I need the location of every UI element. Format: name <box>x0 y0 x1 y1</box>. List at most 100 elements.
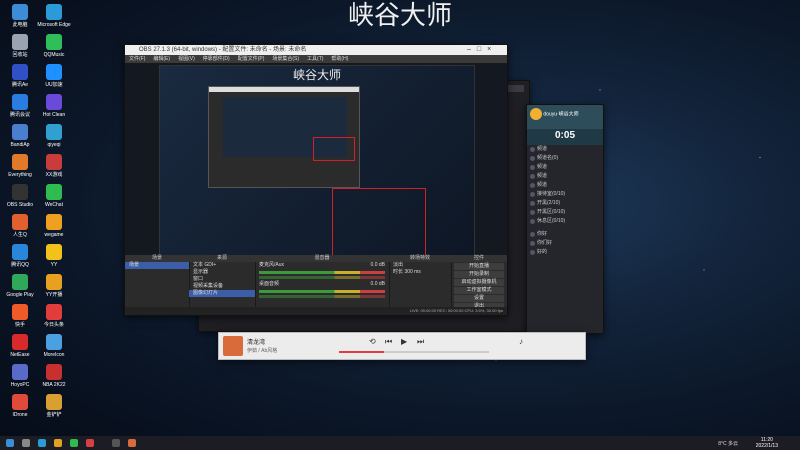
desktop-icon[interactable]: MoreIcon <box>36 334 72 358</box>
desktop-icon[interactable]: NBA 2K22 <box>36 364 72 388</box>
desktop-icon[interactable]: 腾讯Ae <box>2 64 38 88</box>
desktop-icon[interactable]: Google Play <box>2 274 38 298</box>
volume-icon[interactable]: ♪ <box>519 337 523 346</box>
desktop-icon[interactable]: WeChat <box>36 184 72 208</box>
voice-chat-window[interactable]: douyu·峡谷大师 0:05 频道 频道名(0) 频道 频道 频道 接待室(0/10) 开… <box>526 104 604 334</box>
channel-item[interactable]: 接待室(0/10) <box>527 190 603 199</box>
desktop-icon[interactable]: 腾讯QQ <box>2 244 38 268</box>
menu-item[interactable]: 配置文件(P) <box>238 56 265 62</box>
channel-item[interactable]: 频道 <box>527 172 603 181</box>
control-button[interactable]: 设置 <box>454 295 504 302</box>
clock[interactable]: 11:20 2022/1/13 <box>756 437 778 449</box>
desktop-icon[interactable]: Microsoft Edge <box>36 4 72 28</box>
obs-taskbar-icon[interactable] <box>112 439 120 447</box>
start-icon[interactable] <box>6 439 14 447</box>
desktop-icon[interactable]: 快手 <box>2 304 38 328</box>
source-item[interactable]: 窗口 <box>189 276 255 283</box>
volume-slider[interactable] <box>259 295 385 298</box>
song-artist: 伊茹 / Ab风格 <box>247 348 278 354</box>
loop-icon[interactable]: ⟲ <box>369 337 376 346</box>
desktop-icon[interactable]: wegame <box>36 214 72 238</box>
source-item[interactable]: 图像幻灯片 <box>189 290 255 297</box>
control-button[interactable]: 开始直播 <box>454 263 504 270</box>
desktop-icon[interactable]: BandiAp <box>2 124 38 148</box>
app-icon <box>46 334 62 350</box>
music-taskbar-icon[interactable] <box>128 439 136 447</box>
control-button[interactable]: 工作室模式 <box>454 287 504 294</box>
obs-window[interactable]: OBS 27.1.3 (64-bit, windows) - 配置文件: 未命名… <box>124 44 508 316</box>
desktop-icon[interactable]: XX游戏 <box>36 154 72 178</box>
previous-icon[interactable]: ⏮ <box>385 337 392 347</box>
playback-progress[interactable] <box>339 351 489 353</box>
channel-item[interactable]: 频道 <box>527 163 603 172</box>
desktop-icon[interactable]: 腾讯会议 <box>2 94 38 118</box>
minimize-icon[interactable]: – <box>467 46 477 53</box>
desktop-icon[interactable]: 人生Q <box>2 214 38 238</box>
weather-text: 8°C 多云 <box>718 441 738 447</box>
desktop-icon[interactable]: qiyeqi <box>36 124 72 148</box>
desktop-icon[interactable]: 此电脑 <box>2 4 38 28</box>
obs-titlebar[interactable]: OBS 27.1.3 (64-bit, windows) - 配置文件: 未命名… <box>125 45 507 55</box>
app-icon[interactable] <box>86 439 94 447</box>
transition-select[interactable]: 淡出 <box>389 262 451 269</box>
control-button[interactable]: 开始录制 <box>454 271 504 278</box>
desktop-icon[interactable]: QQMusic <box>36 34 72 58</box>
desktop-icon[interactable]: Everything <box>2 154 38 178</box>
mixer-channel: 麦克风/Aux 0.0 dB <box>255 262 389 269</box>
channel-item[interactable]: 开黑(2/10) <box>527 199 603 208</box>
desktop-icon[interactable]: OBS Studio <box>2 184 38 208</box>
mixer-channel: 桌面音频 0.0 dB <box>255 281 389 288</box>
mixer-header: 混音器 <box>255 255 389 262</box>
volume-meter <box>259 290 385 293</box>
menu-item[interactable]: 视图(V) <box>178 56 195 62</box>
play-icon[interactable]: ▶ <box>401 337 407 346</box>
menu-item[interactable]: 帮助(H) <box>331 56 348 62</box>
sources-header: 来源 <box>189 255 255 262</box>
avatar <box>530 108 542 120</box>
wechat-icon[interactable] <box>70 439 78 447</box>
desktop-icon[interactable]: UU加速 <box>36 64 72 88</box>
desktop-icon-label: 腾讯QQ <box>11 262 29 268</box>
desktop-icon[interactable]: 今日头条 <box>36 304 72 328</box>
channel-item[interactable]: 频道 <box>527 145 603 154</box>
source-item[interactable]: 视频采集设备 <box>189 283 255 290</box>
music-player[interactable]: 清龙湾 伊茹 / Ab风格 ⟲ ⏮ ▶ ⏭ ♪ <box>218 332 586 360</box>
duration-field[interactable]: 300 ms <box>404 269 420 275</box>
channel-item[interactable]: 频道名(0) <box>527 154 603 163</box>
app-icon <box>46 34 62 50</box>
call-timer: 0:05 <box>527 129 603 145</box>
desktop-icon-label: UU加速 <box>45 82 63 88</box>
app-icon <box>46 274 62 290</box>
desktop-icon[interactable]: 回收站 <box>2 34 38 58</box>
scenes-header: 场景 <box>125 255 189 262</box>
next-icon[interactable]: ⏭ <box>417 337 424 347</box>
menu-item[interactable]: 停靠部件(D) <box>203 56 230 62</box>
channel-item[interactable]: 休息区(0/10) <box>527 217 603 226</box>
channel-item[interactable]: 开黑区(0/10) <box>527 208 603 217</box>
folder-icon[interactable] <box>54 439 62 447</box>
desktop-icon[interactable]: YY <box>36 244 72 268</box>
desktop-icon[interactable]: NetEase <box>2 334 38 358</box>
desktop-icon[interactable]: IDrone <box>2 394 38 418</box>
volume-slider[interactable] <box>259 276 385 279</box>
control-button[interactable]: 启动虚拟摄像机 <box>454 279 504 286</box>
menu-item[interactable]: 编辑(E) <box>153 56 170 62</box>
scene-item[interactable]: 场景 <box>125 262 189 269</box>
menu-item[interactable]: 工具(T) <box>307 56 323 62</box>
edge-icon[interactable] <box>38 439 46 447</box>
search-icon[interactable] <box>22 439 30 447</box>
desktop-icon[interactable]: Hot Clean <box>36 94 72 118</box>
desktop-icon[interactable]: 金铲铲 <box>36 394 72 418</box>
source-item[interactable]: 显示器 <box>189 269 255 276</box>
channel-list: 频道 频道名(0) 频道 频道 频道 接待室(0/10) 开黑(2/10) 开黑区(0/10)… <box>527 145 603 226</box>
mixer-channel-name: 桌面音频 <box>259 281 280 287</box>
source-bounding-box[interactable] <box>332 188 426 264</box>
close-icon[interactable]: × <box>487 46 497 53</box>
source-item[interactable]: 文本 GDI+ <box>189 262 255 269</box>
maximize-icon[interactable]: □ <box>477 46 487 53</box>
menu-item[interactable]: 场景集合(S) <box>272 56 299 62</box>
desktop-icon[interactable]: HoyoPC <box>2 364 38 388</box>
channel-item[interactable]: 频道 <box>527 181 603 190</box>
menu-item[interactable]: 文件(F) <box>129 56 145 62</box>
desktop-icon[interactable]: YY开播 <box>36 274 72 298</box>
